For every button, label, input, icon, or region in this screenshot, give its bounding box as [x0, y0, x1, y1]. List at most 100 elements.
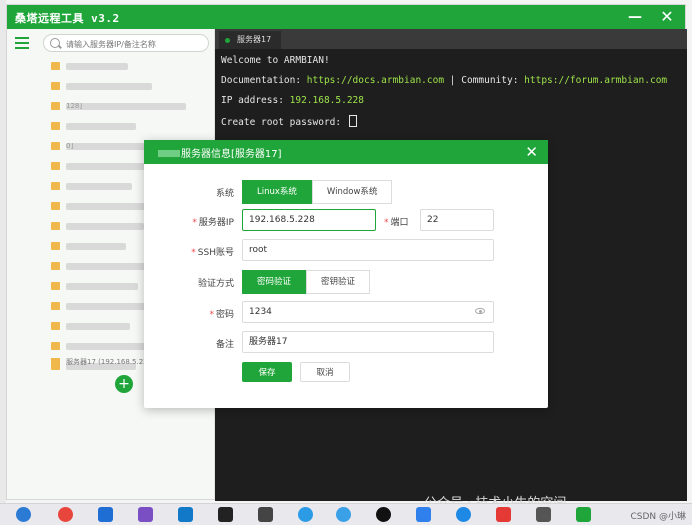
dialog-title: 服务器信息[服务器17] — [158, 145, 282, 160]
server-item[interactable] — [51, 77, 211, 95]
chrome-icon[interactable] — [58, 507, 73, 522]
add-server-button[interactable]: + — [115, 375, 133, 393]
community-link[interactable]: https://forum.armbian.com — [524, 75, 667, 86]
tab-label: 服务器17 — [237, 35, 272, 44]
server-item[interactable]: 128] — [51, 97, 211, 115]
terminal-doc-line: Documentation: https://docs.armbian.com … — [221, 75, 681, 87]
remark-row: 备注 服务器17 — [144, 331, 548, 355]
app-title: 桑塔远程工具 v3.2 — [15, 12, 120, 25]
server-item-label — [66, 322, 130, 330]
server-item-label — [66, 182, 132, 190]
cancel-button[interactable]: 取消 — [300, 362, 350, 382]
save-button[interactable]: 保存 — [242, 362, 292, 382]
server-item[interactable] — [51, 117, 211, 135]
tab-server[interactable]: 服务器17 — [219, 31, 282, 49]
terminal-welcome: Welcome to ARMBIAN! — [221, 55, 330, 66]
cursor-icon — [348, 115, 357, 127]
folder-icon — [51, 222, 60, 230]
ip-row: * 服务器IP 192.168.5.228 * 端口 22 — [144, 209, 548, 233]
password-auth-option[interactable]: 密码验证 — [242, 270, 307, 294]
menu-icon[interactable] — [15, 37, 29, 49]
search-box[interactable] — [43, 34, 209, 52]
search-input[interactable] — [64, 36, 206, 52]
folder-icon — [51, 122, 60, 130]
auth-selector: 密码验证 密钥验证 — [242, 270, 371, 294]
app-icon[interactable] — [258, 507, 273, 522]
doc-link[interactable]: https://docs.armbian.com — [307, 75, 444, 86]
linux-option[interactable]: Linux系统 — [242, 180, 312, 204]
taskbar: CSDN @小琳 — [0, 503, 692, 525]
auth-row: 验证方式 密码验证 密钥验证 — [144, 270, 548, 294]
folder-icon — [51, 142, 60, 150]
eye-icon[interactable] — [475, 308, 485, 314]
folder-icon — [51, 262, 60, 270]
server-info-dialog: 服务器信息[服务器17] ✕ 系统 Linux系统 Window系统 * 服务器I… — [144, 140, 548, 408]
folder-icon — [51, 202, 60, 210]
server-item-label — [66, 282, 138, 290]
terminal-tabbar: 服务器17 — [215, 29, 687, 49]
system-selector: Linux系统 Window系统 — [242, 180, 393, 204]
outlook-icon[interactable] — [178, 507, 193, 522]
ssh-row: * SSH账号 root — [144, 239, 548, 263]
password-input[interactable]: 1234 — [242, 301, 494, 323]
k-icon[interactable] — [456, 507, 471, 522]
server-item[interactable] — [51, 57, 211, 75]
server-item-label: 服务器17 (192.168.5.228) — [66, 358, 155, 366]
ssh-label: * SSH账号 — [191, 245, 234, 258]
server-item-label: 128] — [66, 102, 186, 110]
server-item-label — [66, 242, 126, 250]
store-icon[interactable] — [98, 507, 113, 522]
community-label: | Community: — [444, 75, 525, 86]
baota-icon[interactable] — [576, 507, 591, 522]
required-mark: * — [192, 218, 197, 228]
folder-icon — [51, 62, 60, 70]
status-dot-icon — [225, 38, 230, 43]
folder-icon — [51, 322, 60, 330]
required-mark: * — [384, 218, 389, 228]
github-icon[interactable] — [218, 507, 233, 522]
remark-label: 备注 — [215, 340, 234, 350]
ip-field-label-text: 服务器IP — [198, 218, 234, 228]
dialog-title-text: 服务器信息[服务器17] — [181, 149, 282, 160]
csdn-watermark: CSDN @小琳 — [630, 512, 686, 522]
key-auth-option[interactable]: 密钥验证 — [306, 270, 371, 294]
wps-icon[interactable] — [416, 507, 431, 522]
port-label: * 端口 — [384, 215, 409, 228]
visual-studio-icon[interactable] — [138, 507, 153, 522]
wps-office-icon[interactable] — [496, 507, 511, 522]
title-bar: 桑塔远程工具 v3.2 — ✕ — [7, 5, 685, 29]
ip-input[interactable]: 192.168.5.228 — [242, 209, 376, 231]
server-item-label — [66, 62, 128, 70]
ssh-input[interactable]: root — [242, 239, 494, 261]
ssh-label-text: SSH账号 — [197, 248, 234, 258]
ip-value: 192.168.5.228 — [289, 95, 364, 106]
minimize-button[interactable]: — — [627, 9, 643, 25]
port-label-text: 端口 — [390, 218, 409, 228]
dialog-close-button[interactable]: ✕ — [525, 143, 538, 161]
terminal-app-icon[interactable] — [536, 507, 551, 522]
remark-input[interactable]: 服务器17 — [242, 331, 494, 353]
server-item-label — [66, 302, 154, 310]
folder-icon — [51, 282, 60, 290]
port-input[interactable]: 22 — [420, 209, 494, 231]
folder-icon — [51, 82, 60, 90]
doc-label: Documentation: — [221, 75, 307, 86]
qq-icon[interactable] — [376, 507, 391, 522]
close-button[interactable]: ✕ — [659, 9, 675, 25]
folder-icon — [51, 342, 60, 350]
server-item-label — [66, 222, 144, 230]
password-label: * 密码 — [209, 307, 234, 320]
password-row: * 密码 1234 — [144, 301, 548, 325]
password-label-text: 密码 — [215, 310, 234, 320]
ip-label: IP address: — [221, 95, 290, 106]
windows-option[interactable]: Window系统 — [311, 180, 393, 204]
feishu-icon[interactable] — [298, 507, 313, 522]
browser-icon[interactable] — [336, 507, 351, 522]
server-item-label — [66, 82, 152, 90]
terminal-ip-line: IP address: 192.168.5.228 — [221, 95, 681, 107]
folder-icon — [51, 358, 60, 366]
blurred-prefix — [158, 150, 180, 157]
required-mark: * — [191, 248, 196, 258]
system-row: 系统 Linux系统 Window系统 — [144, 180, 548, 204]
edge-icon[interactable] — [16, 507, 31, 522]
